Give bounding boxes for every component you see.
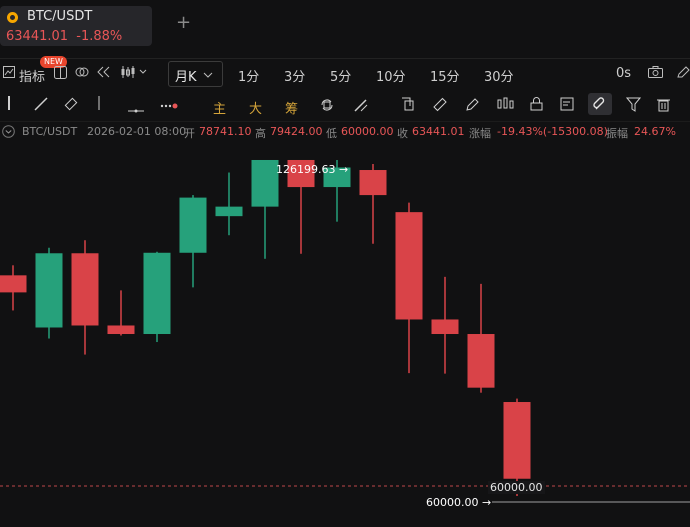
- info-time: 2026-02-01 08:00: [87, 125, 187, 138]
- horizontal-line-icon[interactable]: [128, 102, 144, 117]
- open-label: 开: [184, 127, 195, 140]
- candle-body: [395, 212, 423, 320]
- big-order-button[interactable]: 大: [249, 98, 262, 117]
- candle: [143, 251, 171, 343]
- candle: [395, 202, 423, 374]
- coin-icon: [7, 12, 18, 23]
- candle-body: [431, 319, 459, 335]
- interval-30m[interactable]: 30分: [484, 66, 514, 85]
- candle: [35, 247, 63, 339]
- candle: [251, 159, 279, 259]
- amplitude-label: 振幅: [606, 127, 628, 140]
- symbol-name: BTC/USDT: [27, 9, 93, 24]
- layout-icon[interactable]: [54, 66, 67, 83]
- copy-icon[interactable]: [401, 97, 415, 116]
- candle: [431, 276, 459, 374]
- interval-5m[interactable]: 5分: [330, 66, 351, 85]
- candle-body: [503, 402, 531, 479]
- interval-15m[interactable]: 15分: [430, 66, 460, 85]
- candle-body: [179, 197, 207, 253]
- trash-icon[interactable]: [657, 97, 670, 116]
- trendline-icon[interactable]: [34, 97, 48, 115]
- candle: [179, 195, 207, 288]
- candle-body: [215, 206, 243, 217]
- ruler-icon[interactable]: [64, 97, 78, 115]
- candlestick-svg[interactable]: [0, 140, 690, 523]
- candle: [107, 290, 135, 336]
- compare-icon[interactable]: [75, 65, 89, 83]
- candle: [0, 265, 27, 311]
- high-value: 79424.00: [270, 125, 323, 138]
- edit-icon[interactable]: [676, 66, 690, 83]
- interval-selected-label: 月K: [175, 70, 197, 85]
- refresh-icon[interactable]: [319, 97, 335, 117]
- candle: [467, 283, 495, 393]
- high-label: 高: [255, 127, 266, 140]
- cursor-icon[interactable]: [7, 96, 11, 114]
- chevron-down-icon: [203, 68, 213, 83]
- candle-body: [251, 159, 279, 207]
- low-label: 低: [326, 127, 337, 140]
- brush-icon[interactable]: [353, 97, 369, 117]
- candle-body: [143, 252, 171, 335]
- low-value: 60000.00: [341, 125, 394, 138]
- measure-icon[interactable]: [432, 97, 447, 116]
- magnet-icon[interactable]: [593, 97, 608, 116]
- info-symbol: BTC/USDT: [22, 125, 78, 138]
- main-indicator-button[interactable]: 主: [213, 98, 226, 117]
- drawing-toolbar: 主 大 筹: [0, 90, 690, 120]
- change-value: -19.43%(-15300.08): [497, 125, 608, 138]
- candle-body: [0, 275, 27, 293]
- pen-icon[interactable]: [465, 97, 480, 116]
- last-price-tag: 60000.00: [488, 481, 545, 494]
- change-label: 涨幅: [469, 127, 491, 140]
- candle-body: [71, 253, 99, 326]
- tab-bar: BTC/USDT 63441.01 -1.88% +: [0, 0, 690, 50]
- candle-body: [35, 253, 63, 328]
- symbol-price-change: 63441.01 -1.88%: [6, 29, 123, 44]
- ohlc-info-bar: BTC/USDT 2026-02-01 08:00 开 78741.10 高 7…: [0, 121, 690, 142]
- close-value: 63441.01: [412, 125, 465, 138]
- more-tools-icon[interactable]: [160, 100, 180, 115]
- template-icon[interactable]: [560, 97, 575, 115]
- lock-icon[interactable]: [530, 97, 543, 115]
- max-price-annotation: 126199.63 →: [276, 163, 349, 176]
- bars-pattern-icon[interactable]: [497, 97, 515, 115]
- candle: [359, 164, 387, 244]
- camera-icon[interactable]: [648, 66, 663, 82]
- countdown-label: 0s: [616, 66, 632, 81]
- candle-body: [107, 325, 135, 335]
- interval-1m[interactable]: 1分: [238, 66, 259, 85]
- chip-distribution-button[interactable]: 筹: [285, 98, 298, 117]
- candlestick-chart[interactable]: 126199.63 → 60000.00 → 60000.00: [0, 140, 690, 523]
- symbol-tab[interactable]: BTC/USDT 63441.01 -1.88%: [0, 6, 152, 46]
- amplitude-value: 24.67%: [634, 125, 676, 138]
- interval-3m[interactable]: 3分: [284, 66, 305, 85]
- add-tab-button[interactable]: +: [176, 14, 191, 32]
- replay-icon[interactable]: [97, 66, 111, 82]
- candle: [71, 240, 99, 355]
- indicator-chart-icon: [3, 66, 15, 82]
- close-label: 收: [397, 127, 408, 140]
- min-price-annotation: 60000.00 →: [426, 496, 492, 509]
- candle-type-icon[interactable]: [121, 66, 147, 82]
- candle-body: [467, 334, 495, 388]
- filter-icon[interactable]: [625, 97, 642, 116]
- open-value: 78741.10: [199, 125, 252, 138]
- indicators-button[interactable]: 指标: [19, 66, 45, 85]
- interval-toolbar: 指标 NEW 月K 1分 3分 5分 10分 15分 30分 0s: [0, 56, 690, 89]
- candle-body: [359, 170, 387, 196]
- interval-selected[interactable]: 月K: [168, 61, 223, 87]
- vertical-line-icon[interactable]: [97, 96, 101, 114]
- candle: [215, 172, 243, 236]
- interval-10m[interactable]: 10分: [376, 66, 406, 85]
